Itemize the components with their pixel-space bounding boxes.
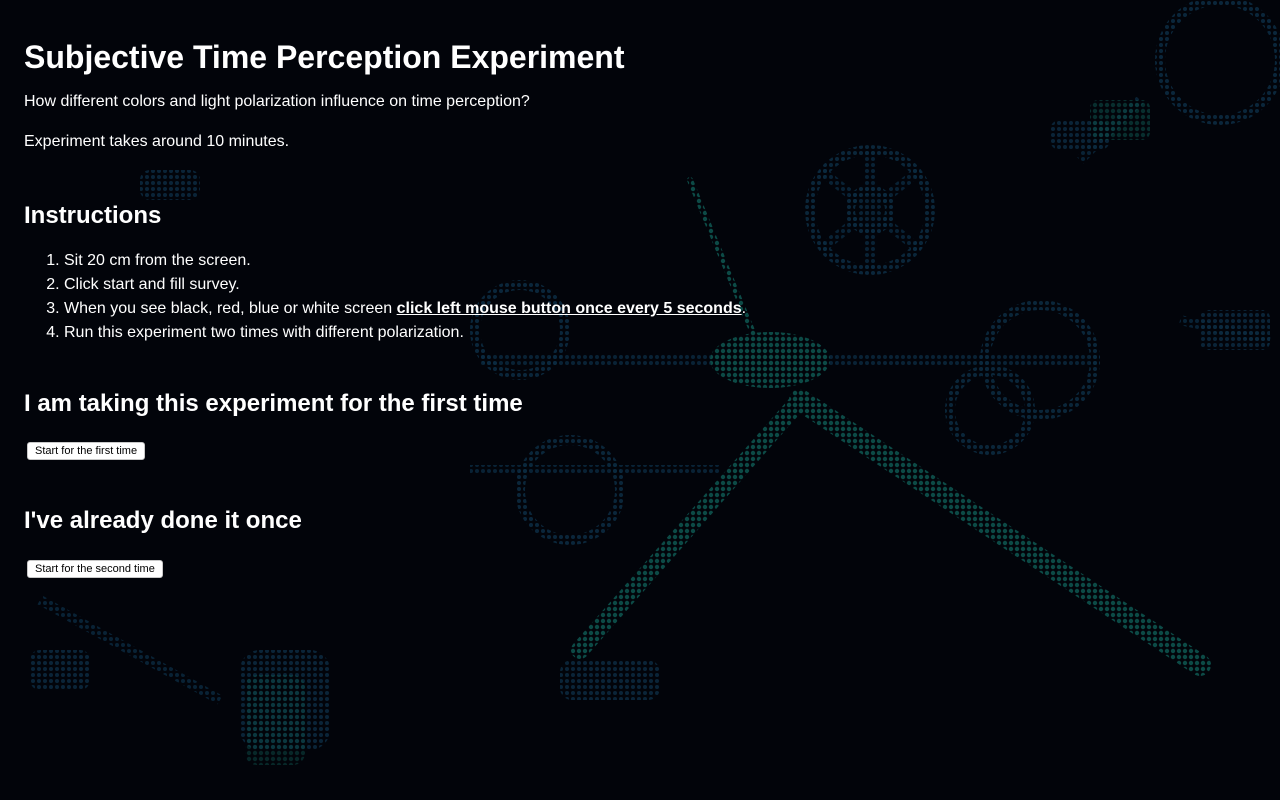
- start-second-time-button[interactable]: Start for the second time: [27, 560, 163, 578]
- page-description: How different colors and light polarizat…: [24, 93, 530, 110]
- instruction-item: Run this experiment two times with diffe…: [64, 321, 1224, 345]
- instructions-heading: Instructions: [24, 202, 162, 229]
- instruction-item: Click start and fill survey.: [64, 273, 1224, 297]
- first-time-heading: I am taking this experiment for the firs…: [24, 390, 523, 417]
- first-time-button-wrap: Start for the first time: [27, 441, 1224, 460]
- instruction-emphasis-link[interactable]: click left mouse button once every 5 sec…: [397, 300, 742, 317]
- page-title: Subjective Time Perception Experiment: [24, 39, 625, 75]
- start-first-time-button[interactable]: Start for the first time: [27, 442, 146, 460]
- instruction-item: Sit 20 cm from the screen.: [64, 249, 1224, 273]
- instruction-item: When you see black, red, blue or white s…: [64, 297, 1224, 321]
- instructions-list: Sit 20 cm from the screen. Click start a…: [24, 249, 1224, 345]
- second-time-heading: I've already done it once: [24, 507, 302, 534]
- second-time-button-wrap: Start for the second time: [27, 559, 1224, 578]
- experiment-duration: Experiment takes around 10 minutes.: [24, 133, 290, 150]
- main-content: Subjective Time Perception Experiment Ho…: [24, 0, 1224, 578]
